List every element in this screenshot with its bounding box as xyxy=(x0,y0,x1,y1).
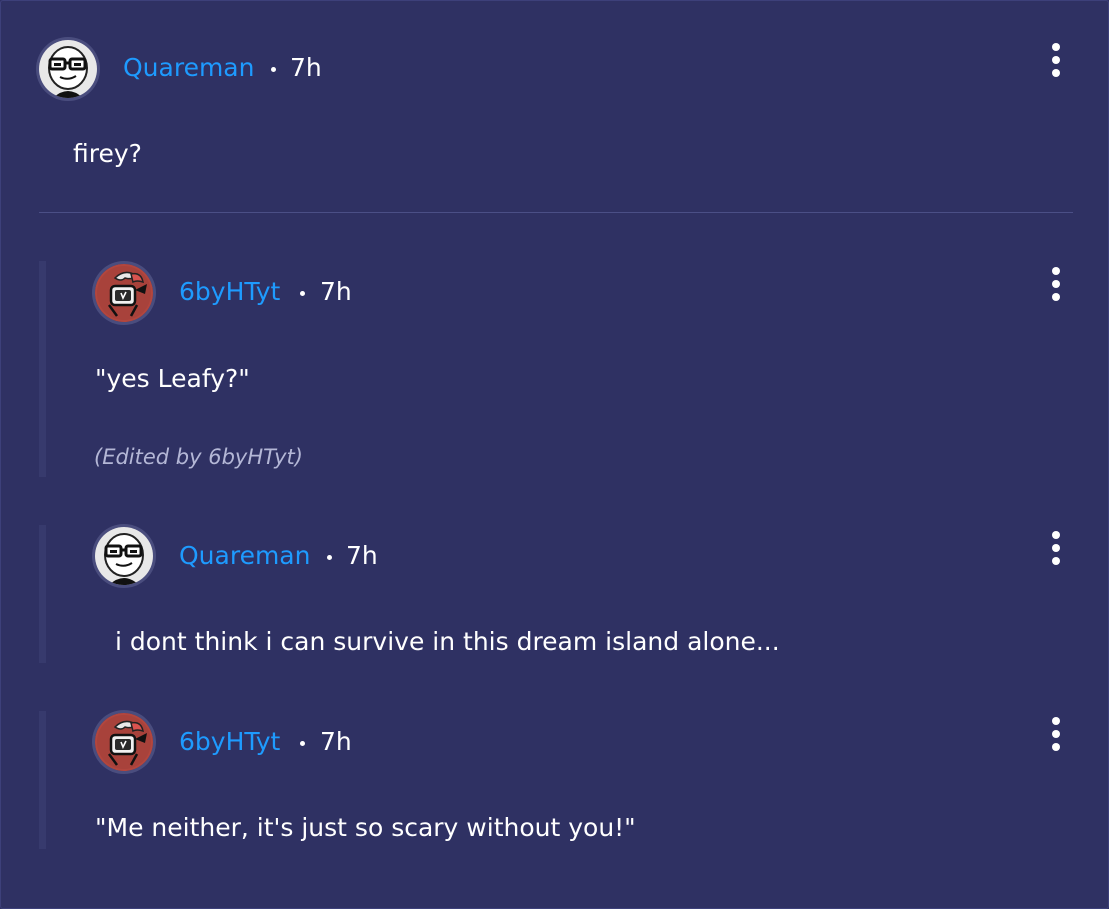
comment-text: firey? xyxy=(73,139,142,168)
comment-timestamp: 7h xyxy=(346,541,378,570)
separator-dot xyxy=(300,291,305,296)
red-character-avatar-icon xyxy=(95,264,153,322)
comment-timestamp: 7h xyxy=(290,53,322,82)
more-vertical-icon xyxy=(1052,43,1060,51)
comment-text: i dont think i can survive in this dream… xyxy=(115,627,780,656)
comment-timestamp: 7h xyxy=(320,727,352,756)
more-vertical-icon xyxy=(1052,69,1060,77)
more-vertical-icon xyxy=(1052,293,1060,301)
separator-dot xyxy=(271,67,276,72)
more-vertical-icon xyxy=(1052,730,1060,738)
comment-timestamp: 7h xyxy=(320,277,352,306)
more-vertical-icon xyxy=(1052,56,1060,64)
more-vertical-icon xyxy=(1052,531,1060,539)
more-vertical-icon xyxy=(1052,743,1060,751)
comment-username[interactable]: Quareman xyxy=(123,53,254,83)
more-options-button[interactable] xyxy=(1044,41,1068,81)
glasses-face-avatar-icon xyxy=(39,40,97,98)
more-vertical-icon xyxy=(1052,544,1060,552)
thread-line xyxy=(39,525,46,663)
thread-line xyxy=(39,261,46,477)
separator-dot xyxy=(327,555,332,560)
more-vertical-icon xyxy=(1052,280,1060,288)
more-options-button[interactable] xyxy=(1044,265,1068,305)
glasses-face-avatar-icon xyxy=(95,527,153,585)
avatar[interactable] xyxy=(95,713,153,771)
avatar[interactable] xyxy=(95,527,153,585)
comment-username[interactable]: 6byHTyt xyxy=(179,277,280,307)
more-options-button[interactable] xyxy=(1044,529,1068,569)
avatar[interactable] xyxy=(39,40,97,98)
avatar[interactable] xyxy=(95,264,153,322)
more-vertical-icon xyxy=(1052,717,1060,725)
edited-note: (Edited by 6byHTyt) xyxy=(94,445,303,469)
separator-dot xyxy=(300,741,305,746)
more-options-button[interactable] xyxy=(1044,715,1068,755)
comment-thread: Quareman 7h firey? 6byHTyt 7h "yes Leafy… xyxy=(0,0,1109,909)
more-vertical-icon xyxy=(1052,267,1060,275)
comment-text: "yes Leafy?" xyxy=(95,364,250,393)
red-character-avatar-icon xyxy=(95,713,153,771)
reply-divider xyxy=(39,212,1073,213)
comment-username[interactable]: 6byHTyt xyxy=(179,727,280,757)
comment-text: "Me neither, it's just so scary without … xyxy=(95,813,636,842)
comment-username[interactable]: Quareman xyxy=(179,541,310,571)
thread-line xyxy=(39,711,46,849)
more-vertical-icon xyxy=(1052,557,1060,565)
